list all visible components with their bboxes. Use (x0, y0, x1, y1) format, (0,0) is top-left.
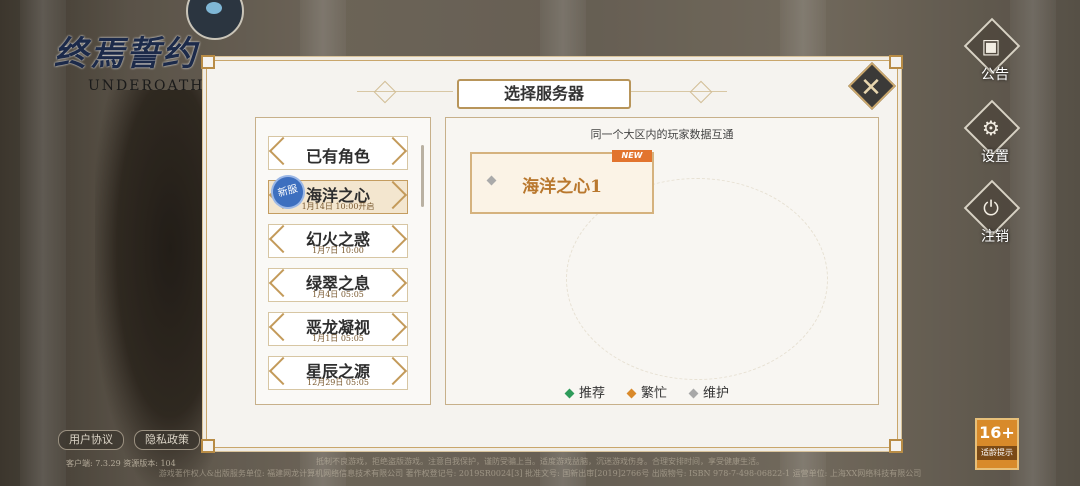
notice-board-icon: ▣ (981, 34, 1001, 58)
legend-item-maintenance: 维护 (688, 382, 730, 401)
legend-diamond-icon (626, 388, 637, 399)
list-scrollbar[interactable] (421, 145, 424, 207)
notice-button[interactable]: ▣ 公告 (963, 17, 1024, 96)
corner-ornament (889, 55, 903, 69)
gear-icon: ⚙ (982, 116, 1000, 140)
age-rating-label: 适龄提示 (977, 446, 1017, 460)
privacy-policy-button[interactable]: 隐私政策 (134, 430, 200, 450)
logout-label: 注销 (981, 229, 1009, 245)
user-agreement-button[interactable]: 用户协议 (58, 430, 124, 450)
logo-english-title: UNDEROATH (88, 78, 205, 94)
legend-label: 维护 (703, 386, 730, 401)
corner-ornament (201, 439, 215, 453)
age-rating-number: 16+ (979, 423, 1015, 442)
server-group-item[interactable]: 幻火之惑 1月7日 10:00 (268, 224, 408, 258)
legend-item-busy: 繁忙 (626, 382, 668, 401)
server-group-item[interactable]: 恶龙凝视 1月1日 05:05 (268, 312, 408, 346)
legend-diamond-icon (688, 388, 699, 399)
server-group-name: 已有角色 (305, 147, 370, 166)
status-legend: 推荐 繁忙 维护 (564, 380, 766, 401)
server-group-time: 12月29日 05:05 (307, 378, 369, 387)
title-decoration-diamond (689, 80, 713, 104)
server-select-dialog: 选择服务器 ✕ 已有角色 海洋之心 1月14日 10:00开启 新服 幻火之惑 … (201, 55, 903, 453)
age-rating-badge[interactable]: 16+ 适龄提示 (975, 418, 1019, 470)
server-group-item[interactable]: 绿翠之息 1月4日 05:05 (268, 268, 408, 302)
settings-button[interactable]: ⚙ 设置 (963, 99, 1024, 178)
legal-notice-line: 游戏著作权人&出版服务单位: 福建网龙计算机网络信息技术有限公司 著作权登记号:… (158, 469, 922, 478)
server-group-item[interactable]: 已有角色 (268, 136, 408, 170)
logo-chinese-title: 终焉誓约 (54, 34, 198, 74)
server-card[interactable]: 海洋之心1 NEW (470, 150, 654, 214)
legal-notice: 抵制不良游戏，拒绝盗版游戏。注意自我保护，谨防受骗上当。适度游戏益脑，沉迷游戏伤… (150, 456, 930, 480)
new-tag: NEW (612, 150, 652, 162)
legend-label: 繁忙 (641, 386, 668, 401)
dialog-title: 选择服务器 (457, 79, 631, 109)
region-note: 同一个大区内的玩家数据互通 (590, 128, 734, 141)
avatar-icon (206, 2, 222, 14)
corner-ornament (889, 439, 903, 453)
server-group-item-selected[interactable]: 海洋之心 1月14日 10:00开启 新服 (267, 171, 408, 214)
power-icon: ⏻ (983, 196, 999, 220)
server-group-time: 1月7日 10:00 (312, 246, 364, 255)
legend-label: 推荐 (579, 386, 606, 401)
notice-label: 公告 (981, 67, 1009, 83)
corner-ornament (201, 55, 215, 69)
settings-label: 设置 (981, 149, 1009, 165)
legend-item-recommended: 推荐 (564, 382, 606, 401)
server-card-name: 海洋之心1 (522, 177, 602, 197)
server-group-list[interactable]: 已有角色 海洋之心 1月14日 10:00开启 新服 幻火之惑 1月7日 10:… (255, 117, 431, 405)
server-group-time: 1月4日 05:05 (312, 290, 364, 299)
legend-diamond-icon (564, 388, 575, 399)
server-list-area: 同一个大区内的玩家数据互通 海洋之心1 NEW 推荐 繁忙 维护 (445, 117, 879, 405)
server-group-time: 1月1日 05:05 (312, 334, 364, 343)
game-logo: 终焉誓约 UNDEROATH (54, 34, 224, 104)
title-decoration-diamond (373, 80, 397, 104)
close-icon[interactable]: ✕ (854, 71, 888, 105)
logout-button[interactable]: ⏻ 注销 (963, 179, 1024, 258)
server-group-item[interactable]: 星辰之源 12月29日 05:05 (268, 356, 408, 390)
legal-notice-line: 抵制不良游戏，拒绝盗版游戏。注意自我保护，谨防受骗上当。适度游戏益脑，沉迷游戏伤… (316, 457, 764, 466)
title-decoration-line (357, 91, 453, 92)
